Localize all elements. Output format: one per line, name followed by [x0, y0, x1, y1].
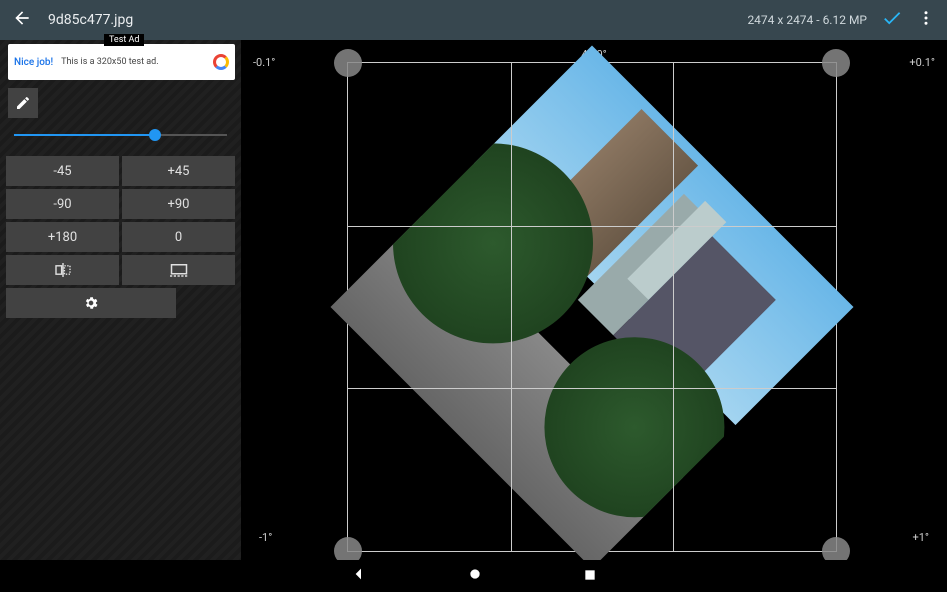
slider-thumb[interactable]: [149, 129, 161, 141]
flip-horizontal-button[interactable]: [6, 255, 119, 285]
rotation-slider[interactable]: [14, 128, 227, 142]
sidebar: Test Ad Nice job! This is a 320x50 test …: [0, 40, 241, 560]
back-arrow-icon[interactable]: [12, 8, 32, 32]
nudge-minus-1-button[interactable]: -1°: [259, 531, 272, 544]
more-vert-icon[interactable]: [917, 9, 935, 31]
crop-handle-tr[interactable]: [822, 49, 850, 77]
rotate-plus-90-button[interactable]: +90: [122, 189, 235, 219]
canvas-area[interactable]: 45.0° -0.1° +0.1° -1° +1°: [241, 40, 947, 560]
aspect-ratio-button[interactable]: [122, 255, 235, 285]
settings-button[interactable]: [6, 288, 176, 318]
nav-home-icon[interactable]: [467, 566, 483, 586]
rotate-0-button[interactable]: 0: [122, 222, 235, 252]
ad-badge: Test Ad: [104, 34, 144, 46]
rotate-180-button[interactable]: +180: [6, 222, 119, 252]
admob-logo-icon: [213, 54, 229, 70]
test-ad-banner[interactable]: Test Ad Nice job! This is a 320x50 test …: [8, 44, 235, 80]
nudge-plus-0-1-button[interactable]: +0.1°: [909, 56, 935, 69]
filename-label: 9d85c477.jpg: [48, 12, 747, 28]
rotate-minus-45-button[interactable]: -45: [6, 156, 119, 186]
edit-pencil-button[interactable]: [8, 88, 38, 118]
ad-body: This is a 320x50 test ad.: [61, 57, 213, 67]
nudge-plus-1-button[interactable]: +1°: [912, 531, 929, 544]
nudge-minus-0-1-button[interactable]: -0.1°: [253, 56, 275, 69]
rotate-minus-90-button[interactable]: -90: [6, 189, 119, 219]
ad-headline: Nice job!: [14, 57, 53, 68]
nav-recent-icon[interactable]: [583, 567, 597, 586]
crop-frame[interactable]: [347, 62, 837, 552]
photo-preview: [330, 45, 853, 568]
nav-back-icon[interactable]: [351, 566, 367, 586]
android-navbar: [0, 560, 947, 592]
crop-handle-tl[interactable]: [334, 49, 362, 77]
rotate-plus-45-button[interactable]: +45: [122, 156, 235, 186]
confirm-check-icon[interactable]: [881, 7, 903, 33]
dimensions-label: 2474 x 2474 - 6.12 MP: [747, 13, 867, 27]
